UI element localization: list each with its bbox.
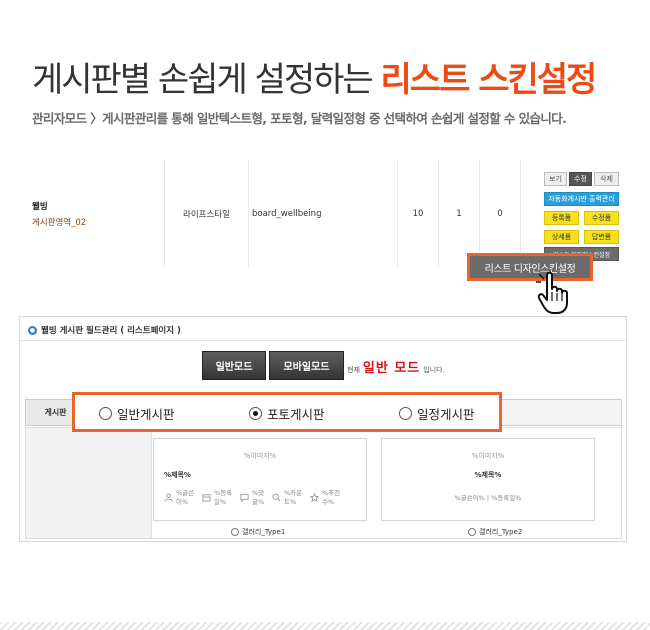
card1-meta-comment: %덧글% [240, 489, 266, 507]
detail-form-button[interactable]: 상세폼 [544, 230, 579, 244]
current-mode-value: 일반 모드 [362, 361, 421, 376]
panel-title: ● 웰빙 게시판 필드관리 ( 리스트페이지 ) [28, 324, 181, 336]
gallery-type2-label: 갤러리_Type2 [479, 528, 523, 536]
comment-icon [240, 494, 249, 503]
gallery-type1-option[interactable]: 갤러리_Type1 [231, 527, 285, 537]
reply-form-button[interactable]: 답변폼 [584, 230, 619, 244]
search-icon [272, 493, 281, 502]
auto-output-button[interactable]: 자동화게시판 출력관리 [544, 192, 619, 206]
gallery-type1-card[interactable]: %이미지% %제목% %글쓴이% %등록일% %덧글% %카운트% %추천수% [153, 438, 367, 521]
delete-button[interactable]: 삭제 [594, 172, 619, 186]
board-count-2: 1 [439, 160, 480, 268]
board-row: 웰빙 게시판영역_02 라이프스타일 board_wellbeing 10 1 … [20, 160, 630, 268]
option-photo-board[interactable]: 포토게시판 [249, 404, 325, 423]
schedule-board-label: 일정게시판 [417, 407, 475, 422]
current-mode-prefix: 현재 [347, 366, 360, 374]
register-form-button[interactable]: 등록폼 [544, 211, 579, 225]
schedule-board-radio[interactable] [399, 407, 412, 420]
page-subtitle: 관리자모드 〉게시판관리를 통해 일반텍스트형, 포토형, 달력일정형 중 선택… [32, 111, 567, 126]
current-mode-text: 현재 일반 모드 입니다. [347, 357, 445, 376]
card1-image-placeholder: %이미지% [243, 452, 277, 460]
gallery-type2-card[interactable]: %이미지% %제목% %글쓴이% | %등록일% [381, 438, 595, 521]
edit-button[interactable]: 수정 [569, 172, 592, 186]
calendar-icon [202, 494, 211, 502]
photo-board-radio[interactable] [249, 407, 262, 420]
page-headline: 게시판별 손쉽게 설정하는 리스트 스킨설정 [32, 52, 598, 101]
dashed-divider [0, 622, 650, 630]
star-icon [310, 493, 319, 503]
board-count-1: 10 [398, 160, 439, 268]
current-mode-suffix: 입니다. [423, 366, 445, 374]
gallery-type1-label: 갤러리_Type1 [242, 528, 286, 536]
panel-divider [20, 340, 626, 341]
preview-left-column [26, 428, 152, 538]
board-actions: 보기 수정 삭제 자동화게시판 출력관리 등록폼 수정폼 상세폼 답변폼 리스트… [521, 160, 630, 268]
card1-meta-row: %글쓴이% %등록일% %덧글% %카운트% %추천수% [164, 489, 342, 507]
user-icon [164, 493, 173, 502]
board-id: board_wellbeing [249, 160, 398, 268]
board-category: 게시판영역_02 [32, 218, 87, 228]
gallery-type2-option[interactable]: 갤러리_Type2 [468, 527, 522, 537]
gallery-type1-radio[interactable] [231, 528, 239, 536]
general-board-label: 일반게시판 [117, 407, 175, 422]
board-count-3: 0 [480, 160, 521, 268]
photo-board-label: 포토게시판 [267, 407, 325, 422]
general-board-radio[interactable] [99, 407, 112, 420]
board-skin: 라이프스타일 [165, 160, 249, 268]
card1-meta-date: %등록일% [202, 489, 234, 507]
mobile-mode-button[interactable]: 모바일모드 [269, 351, 344, 380]
view-button[interactable]: 보기 [544, 172, 567, 186]
card2-title: %제목% [474, 471, 502, 479]
card1-meta-hits: %카운트% [272, 489, 304, 507]
skin-preview-area: %이미지% %제목% %글쓴이% %등록일% %덧글% %카운트% %추천수% … [25, 427, 622, 539]
option-general-board[interactable]: 일반게시판 [99, 404, 175, 423]
general-mode-button[interactable]: 일반모드 [202, 351, 266, 380]
headline-accent: 리스트 스킨설정 [380, 60, 598, 100]
modify-form-button[interactable]: 수정폼 [584, 211, 619, 225]
card1-meta-recommend: %추천수% [310, 489, 342, 507]
board-name: 웰빙 [32, 202, 48, 212]
hand-cursor-icon [536, 270, 568, 314]
board-type-callout: 일반게시판 포토게시판 일정게시판 [72, 392, 502, 432]
option-schedule-board[interactable]: 일정게시판 [399, 404, 475, 423]
card2-meta: %글쓴이% | %등록일% [454, 494, 522, 502]
gallery-type2-radio[interactable] [468, 528, 476, 536]
headline-main: 게시판별 손쉽게 설정하는 [32, 60, 381, 100]
board-name-cell: 웰빙 게시판영역_02 [20, 160, 165, 268]
card2-image-placeholder: %이미지% [471, 452, 505, 460]
card1-meta-author: %글쓴이% [164, 489, 196, 507]
card1-title: %제목% [164, 471, 191, 479]
info-dot-icon: ● [28, 325, 37, 335]
panel-title-text: 웰빙 게시판 필드관리 ( 리스트페이지 ) [41, 326, 181, 336]
